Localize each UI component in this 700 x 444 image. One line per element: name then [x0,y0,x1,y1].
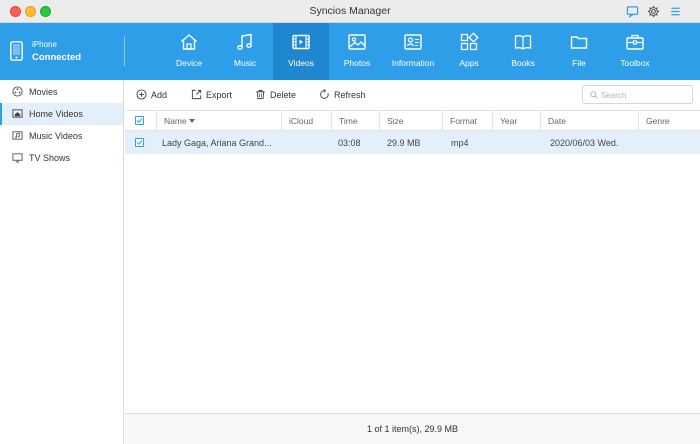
cell-name: Lady Gaga, Ariana Grand... [162,138,272,148]
cell-format: mp4 [451,138,469,148]
open-book-icon [514,35,532,50]
column-header-name[interactable]: Name [156,111,281,130]
cell-size: 29.9 MB [387,138,421,148]
sidebar: Movies Home Videos Music Videos TV Shows [0,80,124,444]
sidebar-item-label: Music Videos [29,131,83,141]
sidebar-item-home-videos[interactable]: Home Videos [0,103,123,125]
film-icon [292,34,310,50]
column-header-time[interactable]: Time [331,111,379,130]
toolbox-icon [626,34,644,50]
menu-icon[interactable] [669,5,682,18]
checkmark-icon [136,140,143,146]
table-row[interactable]: Lady Gaga, Ariana Grand... 03:08 29.9 MB… [125,131,700,154]
home-icon [181,34,197,50]
export-label: Export [206,90,233,100]
nav-books[interactable]: Books [495,23,551,80]
nav-label: Photos [343,58,371,68]
status-bar: 1 of 1 item(s), 29.9 MB [125,413,700,444]
refresh-button[interactable]: Refresh [319,89,374,102]
nav-device[interactable]: Device [161,23,217,80]
select-all-checkbox[interactable] [135,116,144,125]
nav-videos[interactable]: Videos [273,23,329,80]
nav-file[interactable]: File [551,23,607,80]
column-header-format[interactable]: Format [442,111,492,130]
column-label: Format [450,116,477,126]
add-label: Add [151,90,168,100]
sidebar-item-tv-shows[interactable]: TV Shows [0,147,123,169]
nav-label: File [572,58,586,68]
action-bar: Add Export Delete Refresh [125,80,700,110]
refresh-label: Refresh [334,90,366,100]
sidebar-item-movies[interactable]: Movies [0,81,123,103]
nav-information[interactable]: Information [385,23,441,80]
toolbar-divider [124,36,125,66]
sidebar-item-label: Home Videos [29,109,83,119]
column-label: Time [339,116,358,126]
apps-grid-icon [460,32,479,51]
sidebar-item-music-videos[interactable]: Music Videos [0,125,123,147]
sidebar-item-label: Movies [29,87,58,97]
nav-apps[interactable]: Apps [441,23,497,80]
music-video-icon [12,131,23,140]
contact-card-icon [404,34,422,50]
delete-label: Delete [270,90,297,100]
column-header-date[interactable]: Date [540,111,638,130]
search-icon [590,91,598,99]
nav-music[interactable]: Music [217,23,273,80]
cell-date: 2020/06/03 Wed. [550,138,619,148]
export-button[interactable]: Export [191,89,241,102]
column-label: Name [164,116,187,126]
cell-time: 03:08 [338,138,361,148]
folder-icon [570,36,588,49]
home-video-icon [12,109,23,118]
tv-icon [12,153,23,163]
sort-down-icon [189,119,195,123]
status-text: 1 of 1 item(s), 29.9 MB [366,424,459,434]
nav-label: Toolbox [620,58,650,68]
nav-label: Device [176,58,202,68]
main-toolbar: iPhone Connected Device Music Videos Pho… [0,23,700,80]
column-label: Genre [646,116,670,126]
delete-button[interactable]: Delete [255,89,305,102]
nav-label: Music [233,58,257,68]
feedback-icon[interactable] [626,5,639,18]
search-box[interactable] [582,85,693,104]
title-bar: Syncios Manager [0,0,700,23]
movie-reel-icon [12,86,23,97]
device-panel[interactable]: iPhone Connected [0,23,124,80]
nav-label: Videos [288,58,314,68]
nav-label: Information [391,58,435,68]
column-header-genre[interactable]: Genre [638,111,700,130]
iphone-icon [10,41,23,61]
nav-photos[interactable]: Photos [329,23,385,80]
table-header: Name iCloud Time Size Format Year Date G… [125,110,700,131]
add-icon [136,89,147,100]
device-status: Connected [32,52,82,63]
sidebar-item-label: TV Shows [29,153,71,163]
column-header-year[interactable]: Year [492,111,540,130]
column-label: Year [500,116,518,126]
column-label: Size [387,116,404,126]
column-label: iCloud [289,116,314,126]
nav-label: Apps [459,58,479,68]
column-header-size[interactable]: Size [379,111,442,130]
image-icon [348,34,366,50]
music-note-icon [237,33,252,50]
trash-icon [256,89,265,100]
column-header-icloud[interactable]: iCloud [281,111,331,130]
column-label: Date [548,116,566,126]
nav-toolbox[interactable]: Toolbox [607,23,663,80]
window-title: Syncios Manager [309,5,391,17]
device-name: iPhone [32,40,57,49]
refresh-icon [320,89,329,99]
add-button[interactable]: Add [136,89,176,102]
checkmark-icon [136,118,143,124]
export-icon [191,89,202,100]
settings-gear-icon[interactable] [647,5,660,18]
select-all-column [125,111,156,130]
search-input[interactable] [601,89,689,101]
row-checkbox[interactable] [135,138,144,147]
nav-label: Books [511,58,535,68]
